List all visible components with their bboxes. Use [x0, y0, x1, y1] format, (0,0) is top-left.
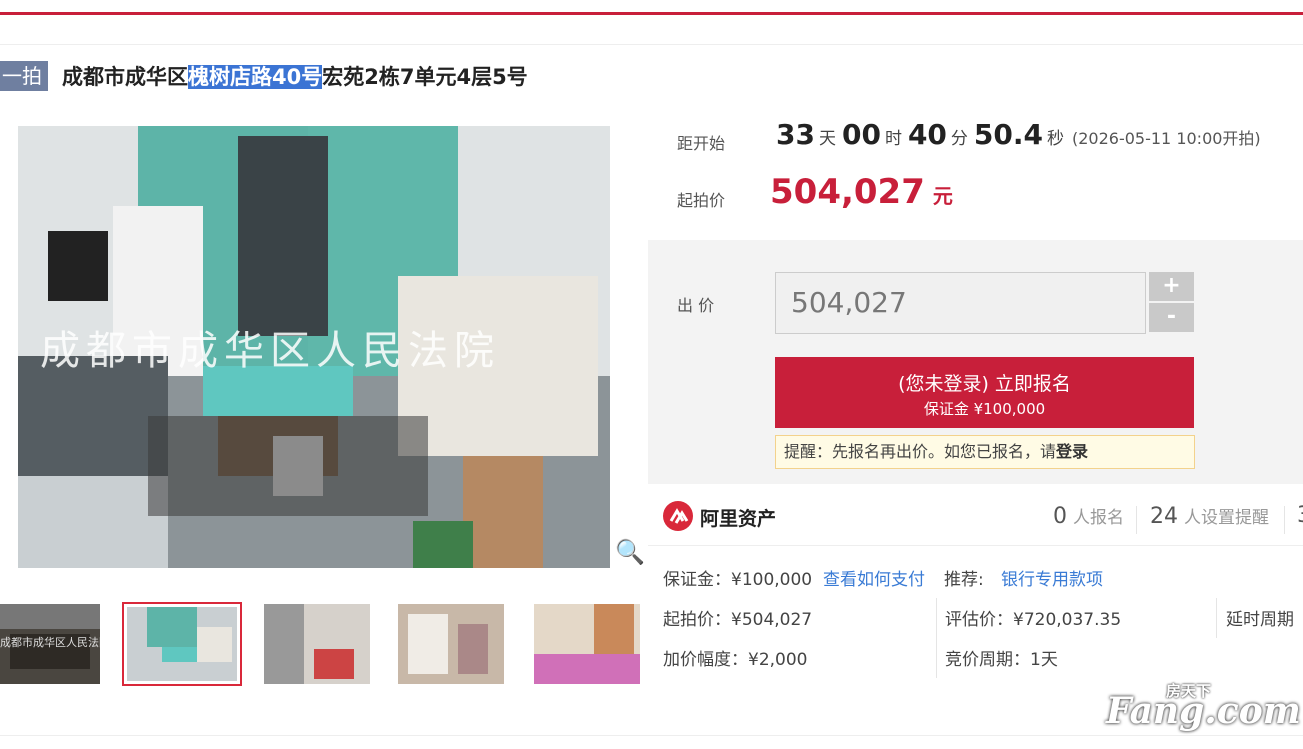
delay-period-info: 延时周期	[1226, 610, 1294, 630]
detail-divider	[936, 598, 937, 678]
main-property-photo[interactable]: 成都市成华区人民法院	[18, 126, 610, 568]
how-to-pay-link[interactable]: 查看如何支付	[823, 565, 925, 590]
start-price-info: 起拍价：¥504,027	[663, 610, 813, 630]
start-price-value: 504,027	[770, 172, 925, 212]
recommend-label: 推荐:	[944, 570, 984, 590]
countdown-hours: 00	[841, 118, 881, 151]
thumbnail-5[interactable]	[534, 604, 640, 684]
ali-assets-logo-icon	[663, 501, 693, 531]
countdown-days: 33	[776, 118, 815, 151]
reminder-text: 提醒：先报名再出价。如您已报名，请	[784, 442, 1057, 461]
title-selected-text[interactable]: 槐树店路40号	[188, 65, 323, 89]
fang-watermark-logo: 房天下 Fang.com	[1106, 680, 1301, 740]
title-suffix: 宏苑2栋7单元4层5号	[322, 65, 528, 89]
thumbnail-2-selected[interactable]	[122, 602, 242, 686]
court-watermark: 成都市成华区人民法院	[40, 328, 500, 374]
bank-loan-link[interactable]: 银行专用款项	[1001, 565, 1103, 590]
signup-count: 0 人报名	[1053, 503, 1124, 529]
countdown-minutes: 40	[907, 118, 947, 151]
start-time-text: (2026-05-11 10:00开拍)	[1072, 129, 1261, 148]
top-accent-line	[0, 12, 1303, 15]
seconds-unit: 秒	[1047, 129, 1064, 149]
thumbnail-3[interactable]	[264, 604, 370, 684]
detail-divider	[1216, 598, 1217, 638]
countdown-timer: 33 天 00 时 40 分 50.4 秒 (2026-05-11 10:00开拍)	[776, 118, 1261, 151]
days-unit: 天	[818, 129, 836, 149]
bid-period-info: 竞价周期：1天	[945, 650, 1058, 670]
start-price-currency: 元	[932, 184, 953, 208]
listing-title: 成都市成华区槐树店路40号宏苑2栋7单元4层5号	[62, 61, 528, 91]
login-reminder: 提醒：先报名再出价。如您已报名，请登录	[775, 435, 1195, 469]
countdown-seconds: 50.4	[973, 118, 1043, 151]
start-price: 504,027 元	[770, 172, 953, 212]
reminder-count-label: 人设置提醒	[1184, 508, 1269, 528]
thumbnail-watermark: 成都市成华区人民法院	[0, 636, 100, 649]
view-count: 3	[1297, 503, 1303, 528]
view-count-number: 3	[1297, 503, 1303, 528]
listing-title-row: 一拍 成都市成华区槐树店路40号宏苑2栋7单元4层5号	[0, 58, 528, 94]
stat-divider	[1136, 506, 1137, 534]
thumbnail-4[interactable]	[398, 604, 504, 684]
header-separator	[0, 44, 1303, 45]
signup-deposit-label: 保证金 ¥100,000	[923, 400, 1046, 418]
appraisal-info: 评估价：¥720,037.35	[945, 610, 1122, 630]
signup-button[interactable]: (您未登录) 立即报名 保证金 ¥100,000	[775, 357, 1194, 428]
minutes-unit: 分	[950, 129, 968, 149]
countdown-label: 距开始	[677, 134, 726, 153]
signup-count-label: 人报名	[1073, 508, 1124, 528]
auction-round-tag: 一拍	[0, 61, 48, 91]
decrease-bid-button[interactable]: -	[1149, 303, 1194, 332]
bid-label: 出 价	[677, 296, 715, 315]
reminder-count: 24 人设置提醒	[1150, 503, 1269, 529]
increase-bid-button[interactable]: +	[1149, 272, 1194, 301]
stat-divider	[1284, 506, 1285, 534]
hours-unit: 时	[884, 129, 902, 149]
bid-amount-input[interactable]: 504,027	[775, 272, 1146, 334]
deposit-info: 保证金：¥100,000	[663, 570, 813, 590]
signup-count-number: 0	[1053, 504, 1067, 529]
zoom-icon[interactable]: 🔍	[612, 534, 648, 570]
platform-name: 阿里资产	[700, 508, 777, 530]
watermark-line2: Fang.com	[1106, 690, 1301, 732]
increment-info: 加价幅度：¥2,000	[663, 650, 808, 670]
signup-button-label: (您未登录) 立即报名	[898, 373, 1071, 395]
start-price-label: 起拍价	[677, 191, 726, 210]
thumbnail-strip: 成都市成华区人民法院	[0, 600, 645, 690]
login-link[interactable]: 登录	[1056, 442, 1088, 461]
reminder-count-number: 24	[1150, 504, 1178, 529]
title-prefix: 成都市成华区	[62, 65, 188, 89]
thumbnail-1[interactable]: 成都市成华区人民法院	[0, 604, 100, 684]
